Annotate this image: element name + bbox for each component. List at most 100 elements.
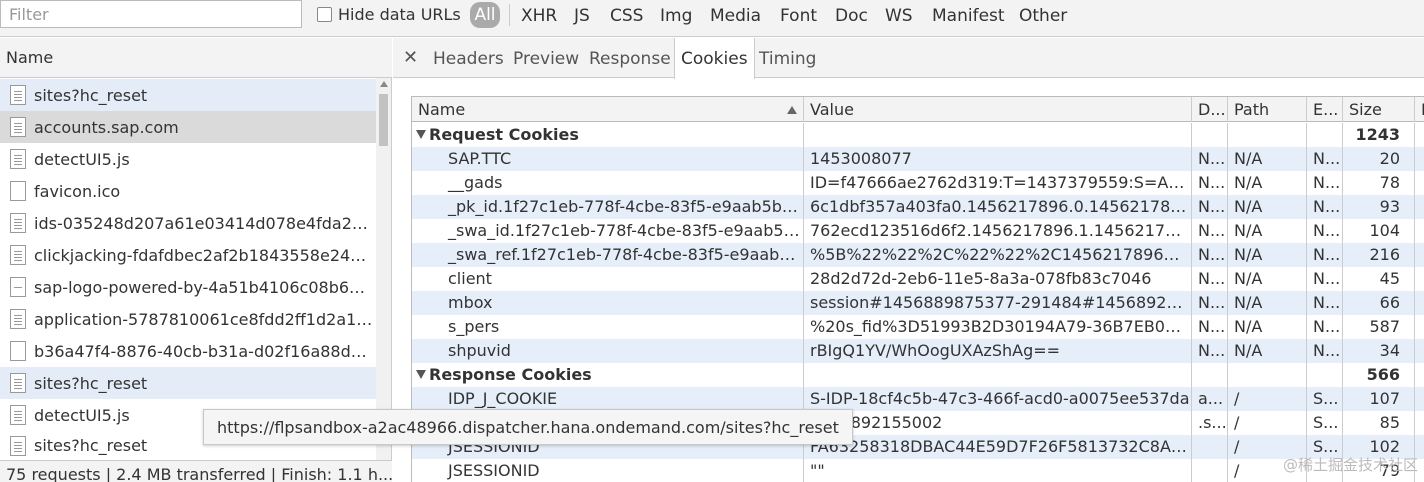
type-filter-all[interactable]: All <box>470 2 500 28</box>
cookie-path-cell: / <box>1228 387 1307 411</box>
cookie-value-cell: 28d2d72d-2eb6-11e5-8a3a-078fb83c7046 <box>804 267 1192 291</box>
column-header-size[interactable]: Size <box>1343 97 1415 122</box>
request-row[interactable]: application-5787810061ce8fdd2ff1d2a1dff3… <box>0 303 376 335</box>
cookie-domain-cell: N... <box>1192 147 1228 171</box>
cookie-expires-cell: N... <box>1307 147 1343 171</box>
request-row[interactable]: clickjacking-fdafdbec2af2b1843558e244d67… <box>0 239 376 271</box>
document-icon <box>10 245 26 265</box>
request-cookies-group-row[interactable]: Request Cookies 1243 <box>412 123 1424 147</box>
cookie-domain-cell: N... <box>1192 267 1228 291</box>
cookie-row[interactable]: __gads ID=f47666ae2762d319:T=1437379559:S… <box>412 171 1424 195</box>
checkbox-icon[interactable] <box>317 6 332 22</box>
cookie-domain-cell <box>1192 435 1228 459</box>
type-filter-other[interactable]: Other <box>1019 5 1067 27</box>
request-row-selected[interactable]: accounts.sap.com <box>0 111 376 143</box>
cookie-row[interactable]: SAP.TTC 1453008077 N... N/A N... 20 <box>412 147 1424 171</box>
cookie-size-cell: 66 <box>1343 291 1415 315</box>
scroll-up-icon[interactable] <box>380 81 388 87</box>
name-column-header-label: Name <box>6 48 54 67</box>
tab-cookies[interactable]: Cookies <box>674 38 755 79</box>
tab-timing[interactable]: Timing <box>753 38 822 78</box>
close-icon[interactable]: ✕ <box>403 47 418 68</box>
group-size: 1243 <box>1343 123 1415 147</box>
cookie-path-cell: N/A <box>1228 147 1307 171</box>
type-filter-ws[interactable]: WS <box>885 5 913 27</box>
request-row[interactable]: b36a47f4-8876-40cb-b31a-d02f16a88d78-1..… <box>0 335 376 367</box>
type-filter-xhr[interactable]: XHR <box>521 5 557 27</box>
response-cookies-group-row[interactable]: Response Cookies 566 <box>412 363 1424 387</box>
image-file-icon <box>10 181 26 201</box>
filter-input[interactable] <box>0 0 302 28</box>
cookie-domain-cell: N... <box>1192 171 1228 195</box>
cookie-row[interactable]: IDP_J_COOKIE S-IDP-18cf4c5b-47c3-466f-acd… <box>412 387 1424 411</box>
column-header-path[interactable]: Path <box>1228 97 1307 122</box>
column-header-name[interactable]: Name <box>412 97 804 122</box>
type-filter-img[interactable]: Img <box>660 5 692 27</box>
cookie-row[interactable]: JSESSIONID ""/79 <box>412 459 1424 482</box>
cookie-row[interactable]: _swa_ref.1f27c1eb-778f-4cbe-83f5-e9aab5b… <box>412 243 1424 267</box>
column-header-expires[interactable]: E... <box>1307 97 1343 122</box>
column-header-label: Name <box>418 100 466 119</box>
cookie-domain-cell: N... <box>1192 195 1228 219</box>
cookie-path-cell: N/A <box>1228 339 1307 363</box>
tab-preview[interactable]: Preview <box>507 38 585 78</box>
type-filter-manifest[interactable]: Manifest <box>932 5 1005 27</box>
request-name: favicon.ico <box>34 181 121 201</box>
group-size: 566 <box>1343 363 1415 387</box>
hide-data-urls-checkbox[interactable]: Hide data URLs <box>317 4 461 24</box>
column-header-httponly[interactable]: H <box>1415 97 1424 122</box>
cookie-row[interactable]: _pk_id.1f27c1eb-778f-4cbe-83f5-e9aab5b7f… <box>412 195 1424 219</box>
column-header-value[interactable]: Value <box>804 97 1192 122</box>
cookie-domain-cell: N... <box>1192 339 1228 363</box>
cookie-row[interactable]: shpuvid rBIgQ1YV/WhOogUXAzShAg== N... N/A N.… <box>412 339 1424 363</box>
request-row[interactable]: detectUI5.js <box>0 143 376 175</box>
type-filter-font[interactable]: Font <box>780 5 817 27</box>
disclosure-triangle-icon[interactable] <box>416 130 426 139</box>
request-row[interactable]: ids-035248d207a61e03414d078e4fda29f4.c..… <box>0 207 376 239</box>
request-row[interactable]: sites?hc_reset <box>0 79 376 111</box>
scrollbar-thumb[interactable] <box>379 94 388 146</box>
column-header-domain[interactable]: D... <box>1192 97 1228 122</box>
cookie-path-cell: N/A <box>1228 219 1307 243</box>
cookie-size-cell: 45 <box>1343 267 1415 291</box>
cookie-size-cell: 93 <box>1343 195 1415 219</box>
document-icon <box>10 85 26 105</box>
document-icon <box>10 373 26 393</box>
request-name: clickjacking-fdafdbec2af2b1843558e244d67… <box>34 245 374 265</box>
cookie-expires-cell: N... <box>1307 195 1343 219</box>
request-name: detectUI5.js <box>34 149 130 169</box>
type-filter-doc[interactable]: Doc <box>835 5 868 27</box>
document-icon <box>10 435 26 456</box>
cookie-httponly-cell <box>1415 339 1424 363</box>
hide-data-urls-label: Hide data URLs <box>338 4 461 24</box>
empty-cell <box>1307 123 1343 147</box>
type-filter-js[interactable]: JS <box>574 5 590 27</box>
cookie-name-cell: s_pers <box>412 315 804 339</box>
cookie-row[interactable]: s_pers %20s_fid%3D51993B2D30194A79-36B7EB… <box>412 315 1424 339</box>
type-filter-media[interactable]: Media <box>710 5 761 27</box>
cookie-row[interactable]: client 28d2d72d-2eb6-11e5-8a3a-078fb83c70… <box>412 267 1424 291</box>
cookie-domain-cell: N... <box>1192 219 1228 243</box>
cookie-value-cell: FA63258318DBAC44E59D7F26F5813732C8AD323.… <box>804 435 1192 459</box>
tab-headers[interactable]: Headers <box>427 38 510 78</box>
cookie-row[interactable]: mbox session#1456889875377-291484#1456892… <box>412 291 1424 315</box>
cookie-value-cell: ID=f47666ae2762d319:T=1437379559:S=ALNI_… <box>804 171 1192 195</box>
cookie-size-cell: 104 <box>1343 219 1415 243</box>
name-column-header[interactable]: Name <box>0 38 392 78</box>
cookie-expires-cell: N... <box>1307 315 1343 339</box>
cookies-table-header: Name Value D... Path E... Size H <box>412 97 1424 122</box>
tab-response[interactable]: Response <box>583 38 677 78</box>
empty-cell <box>1192 363 1228 387</box>
document-icon <box>10 117 26 137</box>
disclosure-triangle-icon[interactable] <box>416 370 426 379</box>
request-row[interactable]: sap-logo-powered-by-4a51b4106c08b661e... <box>0 271 376 303</box>
group-label: Request Cookies <box>412 123 804 147</box>
request-row[interactable]: sites?hc_reset <box>0 367 376 399</box>
cookie-domain-cell: N... <box>1192 291 1228 315</box>
request-row[interactable]: favicon.ico <box>0 175 376 207</box>
cookie-domain-cell: N... <box>1192 315 1228 339</box>
type-filter-css[interactable]: CSS <box>610 5 643 27</box>
cookie-row[interactable]: _swa_id.1f27c1eb-778f-4cbe-83f5-e9aab5b7… <box>412 219 1424 243</box>
cookie-name-cell: IDP_J_COOKIE <box>412 387 804 411</box>
group-label: Response Cookies <box>412 363 804 387</box>
